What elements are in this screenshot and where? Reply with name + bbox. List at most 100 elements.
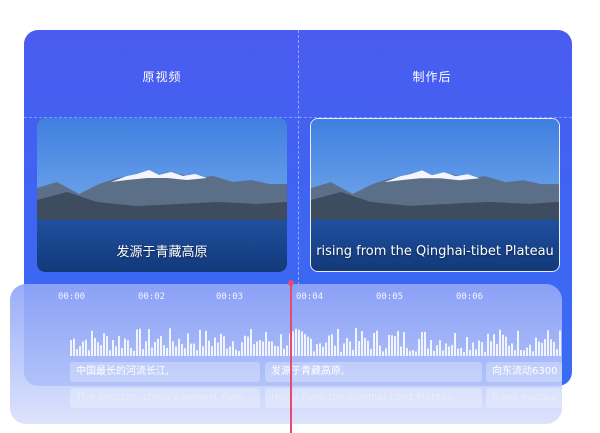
waveform-bar (346, 337, 348, 356)
time-tick: 00:03 (216, 292, 244, 302)
waveform-bar (184, 348, 186, 356)
waveform-bar (361, 331, 363, 356)
waveform-bar (508, 345, 510, 356)
waveform-bar (475, 349, 477, 356)
waveform-bar (391, 335, 393, 356)
waveform-bar (526, 347, 528, 356)
waveform-bar (499, 329, 501, 356)
waveform-bar (400, 346, 402, 356)
waveform-bar (451, 344, 453, 356)
waveform-bar (172, 341, 174, 356)
waveform-bar (190, 343, 192, 356)
waveform-bar (130, 347, 132, 356)
waveform-bar (232, 341, 234, 356)
waveform-bar (352, 349, 354, 356)
waveform-bar (466, 337, 468, 356)
waveform-bar (460, 348, 462, 356)
waveform-bar (385, 348, 387, 356)
waveform-bar (163, 345, 165, 356)
waveform-bar (145, 341, 147, 356)
waveform-bar (430, 340, 432, 356)
processed-video-preview[interactable]: rising from the Qinghai-tibet Plateau (310, 118, 560, 272)
waveform-bar (403, 332, 405, 356)
waveform-bar (277, 346, 279, 356)
waveform-bar (115, 346, 117, 356)
waveform-bar (445, 343, 447, 356)
waveform-bar (247, 336, 249, 356)
waveform-bar (160, 335, 162, 356)
zh-subtitle-cue[interactable]: 发源于青藏高原, (265, 362, 482, 382)
zh-subtitle-cue[interactable]: 向东流动6300 (486, 362, 562, 382)
playhead[interactable] (290, 282, 292, 433)
waveform-bar (511, 343, 513, 356)
waveform-bar (529, 344, 531, 356)
waveform-bar (97, 342, 99, 356)
waveform-bar (100, 345, 102, 356)
waveform-bar (340, 351, 342, 356)
waveform-bar (262, 341, 264, 356)
waveform-bar (325, 342, 327, 356)
waveform-bar (244, 335, 246, 356)
time-tick: 00:02 (138, 292, 166, 302)
original-video-preview[interactable]: 发源于青藏高原 (37, 118, 287, 272)
waveform-bar (94, 337, 96, 356)
waveform-bar (436, 345, 438, 356)
waveform-bar (349, 341, 351, 356)
waveform-bar (481, 342, 483, 356)
waveform-bar (292, 331, 294, 356)
waveform-bar (298, 329, 300, 356)
waveform-bar (106, 336, 108, 356)
waveform-bar (73, 338, 75, 356)
zh-subtitle-cue[interactable]: 中国最长的河流长江, (70, 362, 260, 382)
waveform-bar (214, 337, 216, 356)
waveform-bar (517, 330, 519, 356)
en-subtitle-cue[interactable]: rising from the Qinghai-tibet Plateau, (265, 388, 482, 408)
waveform-bar (283, 348, 285, 356)
waveform-bar (334, 345, 336, 356)
waveform-bar (358, 341, 360, 356)
waveform-bar (484, 351, 486, 356)
waveform-bar (304, 334, 306, 356)
waveform-bar (382, 351, 384, 356)
playhead-handle[interactable] (288, 280, 294, 286)
time-tick: 00:05 (376, 292, 404, 302)
waveform-bar (538, 341, 540, 356)
waveform-bar (268, 341, 270, 356)
en-subtitle-cue[interactable]: flows eastwa (486, 388, 562, 408)
waveform-bar (286, 345, 288, 356)
waveform-bar (409, 351, 411, 356)
waveform-bar (148, 329, 150, 356)
waveform-bar (472, 342, 474, 356)
waveform-bar (235, 349, 237, 356)
waveform-bar (376, 330, 378, 356)
waveform-bar (415, 351, 417, 356)
waveform-bar (421, 332, 423, 356)
timeline-track[interactable]: 00:00 00:02 00:03 00:04 00:05 00:06 中国最长… (10, 284, 562, 424)
waveform-bar (181, 344, 183, 356)
waveform-bar (457, 348, 459, 356)
waveform-bar (76, 349, 78, 356)
waveform-bar (142, 349, 144, 356)
waveform-bar (448, 346, 450, 356)
waveform-bar (220, 333, 222, 356)
waveform-bar (229, 346, 231, 356)
waveform-bar (433, 350, 435, 356)
waveform-bar (493, 334, 495, 356)
waveform-bar (112, 340, 114, 356)
waveform-bar (412, 350, 414, 356)
waveform-bar (478, 340, 480, 356)
waveform-bar (397, 331, 399, 356)
waveform-bar (343, 343, 345, 356)
waveform-bar (469, 349, 471, 356)
original-subtitle: 发源于青藏高原 (116, 245, 208, 260)
waveform-bar (70, 340, 72, 356)
center-divider (298, 30, 299, 290)
waveform-bar (541, 342, 543, 356)
waveform-bar (406, 348, 408, 356)
processed-video-label: 制作后 (412, 70, 452, 84)
waveform-bar (322, 346, 324, 356)
waveform-bar (196, 350, 198, 356)
en-subtitle-cue[interactable]: The Yangtze, china's longest river (70, 388, 260, 408)
waveform-bar (199, 329, 201, 356)
waveform-bar (523, 350, 525, 356)
